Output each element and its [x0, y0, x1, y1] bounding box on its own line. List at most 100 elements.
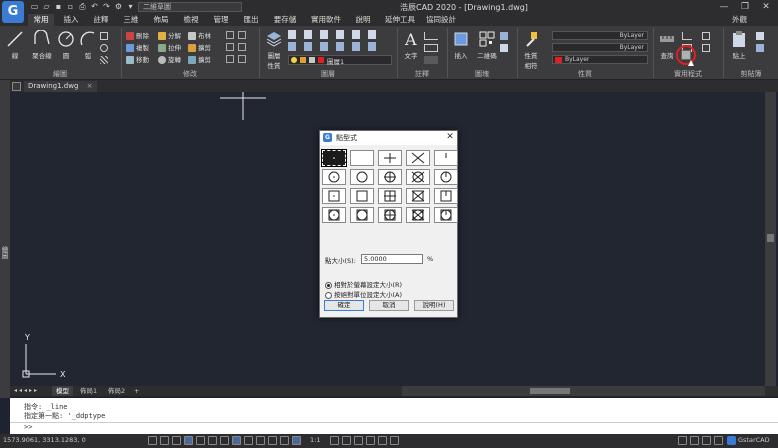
redo-icon[interactable]: ↷: [102, 2, 111, 11]
ok-button[interactable]: 確定: [324, 300, 364, 311]
dynamic-input-icon[interactable]: [220, 436, 229, 445]
lock-ui-icon[interactable]: [354, 436, 363, 445]
new-file-icon[interactable]: ▭: [30, 2, 39, 11]
tab-view[interactable]: 檢視: [178, 14, 204, 26]
point-style-circle-square-plus[interactable]: [378, 207, 402, 223]
array-icon[interactable]: [238, 31, 246, 39]
side-panel-strip[interactable]: [0, 80, 10, 398]
distance-icon[interactable]: [682, 32, 692, 40]
clean-screen-icon[interactable]: [390, 436, 399, 445]
point-style-plain-cross[interactable]: [406, 150, 430, 166]
cut-icon[interactable]: [756, 44, 764, 52]
annotation-monitor-icon[interactable]: [268, 436, 277, 445]
match-properties-button[interactable]: 性質 相符: [520, 30, 542, 70]
otrack-icon[interactable]: [208, 436, 217, 445]
hatch-icon[interactable]: [100, 56, 108, 64]
text-button[interactable]: A 文字: [400, 30, 422, 60]
create-block-icon[interactable]: [500, 32, 508, 40]
point-style-square-none[interactable]: [350, 188, 374, 204]
tab-annotate[interactable]: 註釋: [88, 14, 114, 26]
insert-block-button[interactable]: 插入: [450, 30, 472, 60]
notification-icon[interactable]: [690, 436, 699, 445]
file-menu-icon[interactable]: [12, 82, 21, 91]
select-icon[interactable]: [702, 32, 710, 40]
layer-select[interactable]: 圖層1: [288, 55, 392, 66]
workspace-switch-icon[interactable]: [342, 436, 351, 445]
dialog-close-button[interactable]: ✕: [444, 131, 456, 143]
tab-3d[interactable]: 三維: [118, 14, 144, 26]
tab-collaboration[interactable]: 協同設計: [424, 14, 458, 26]
fullscreen-icon[interactable]: [714, 436, 723, 445]
table-icon[interactable]: [424, 56, 438, 64]
fillet-button[interactable]: 布林: [188, 31, 211, 41]
radio-absolute[interactable]: 按絕對單位設定大小(A): [325, 289, 402, 299]
rectangle-icon[interactable]: [100, 32, 108, 40]
polar-icon[interactable]: [184, 436, 193, 445]
mirror-button[interactable]: 擴剪: [188, 55, 211, 65]
app-logo-icon[interactable]: G: [2, 1, 24, 23]
vertical-scroll-thumb[interactable]: [767, 234, 774, 242]
arc-button[interactable]: 弧: [78, 30, 98, 60]
point-style-square-cross[interactable]: [406, 188, 430, 204]
horizontal-scroll-thumb[interactable]: [530, 388, 570, 394]
close-button[interactable]: ✕: [756, 1, 776, 13]
color-select[interactable]: ByLayer: [552, 31, 648, 40]
print-icon[interactable]: ⎙: [78, 2, 87, 11]
add-layout-tab[interactable]: +: [130, 386, 143, 396]
explode-button[interactable]: 分解: [158, 31, 181, 41]
tab-storage[interactable]: 要存儲: [268, 14, 302, 26]
point-style-circle-plus[interactable]: [378, 169, 402, 185]
tab-extensions[interactable]: 延伸工具: [380, 14, 420, 26]
annotation-scale[interactable]: 1:1: [310, 436, 320, 444]
tab-help[interactable]: 說明: [350, 14, 376, 26]
dropdown-icon[interactable]: ▾: [126, 2, 135, 11]
settings-icon[interactable]: [702, 436, 711, 445]
point-style-icon[interactable]: [681, 50, 691, 60]
copy-clip-icon[interactable]: [756, 32, 764, 40]
snap-icon[interactable]: [160, 436, 169, 445]
point-style-square-plus[interactable]: [378, 188, 402, 204]
edit-block-icon[interactable]: [500, 44, 508, 52]
viewport-icon[interactable]: [292, 436, 301, 445]
layer-properties-button[interactable]: 圖層 性質: [262, 30, 286, 70]
point-style-plain-dot[interactable]: [321, 149, 347, 167]
undo-icon[interactable]: ↶: [90, 2, 99, 11]
help-button[interactable]: 說明(H): [414, 300, 454, 311]
leader-icon[interactable]: [424, 44, 438, 52]
horizontal-scrollbar[interactable]: [402, 386, 765, 396]
tab-home[interactable]: 常用: [28, 14, 54, 26]
grid-icon[interactable]: [148, 436, 157, 445]
join-icon[interactable]: [226, 55, 234, 63]
minimize-button[interactable]: —: [714, 1, 734, 13]
qrcode-button[interactable]: 二維碼: [476, 30, 498, 60]
ellipse-icon[interactable]: [100, 44, 108, 52]
close-tab-icon[interactable]: ×: [87, 82, 93, 90]
layer-tools-row1[interactable]: [288, 30, 384, 39]
tab-utilities[interactable]: 實用軟件: [306, 14, 346, 26]
lineweight-icon[interactable]: [232, 436, 241, 445]
osnap-icon[interactable]: [196, 436, 205, 445]
tab-model[interactable]: 模型: [52, 386, 73, 396]
tab-layout1[interactable]: 佈局1: [76, 386, 101, 396]
paste-button[interactable]: 貼上: [726, 30, 752, 60]
point-style-circle-tick[interactable]: [434, 169, 458, 185]
hardware-accel-icon[interactable]: [378, 436, 387, 445]
command-input[interactable]: [10, 422, 778, 434]
linetype-select[interactable]: ByLayer: [552, 43, 648, 52]
ortho-icon[interactable]: [172, 436, 181, 445]
tab-manage[interactable]: 管理: [208, 14, 234, 26]
radio-absolute-icon[interactable]: [325, 291, 332, 299]
point-style-circle-cross[interactable]: [406, 169, 430, 185]
break-icon[interactable]: [238, 43, 246, 51]
model-space-icon[interactable]: [280, 436, 289, 445]
isolate-objects-icon[interactable]: [366, 436, 375, 445]
point-style-circle-square-cross[interactable]: [406, 207, 430, 223]
point-style-circle-none[interactable]: [350, 169, 374, 185]
point-style-circle-square-tick[interactable]: [434, 207, 458, 223]
query-button[interactable]: 查詢: [656, 30, 678, 60]
trim-button[interactable]: 擴剪: [188, 43, 211, 53]
lineweight-select[interactable]: ByLayer: [552, 55, 648, 64]
erase-button[interactable]: 刪除: [126, 31, 149, 41]
point-style-square-dot[interactable]: [322, 188, 346, 204]
move-button[interactable]: 移動: [126, 55, 149, 65]
